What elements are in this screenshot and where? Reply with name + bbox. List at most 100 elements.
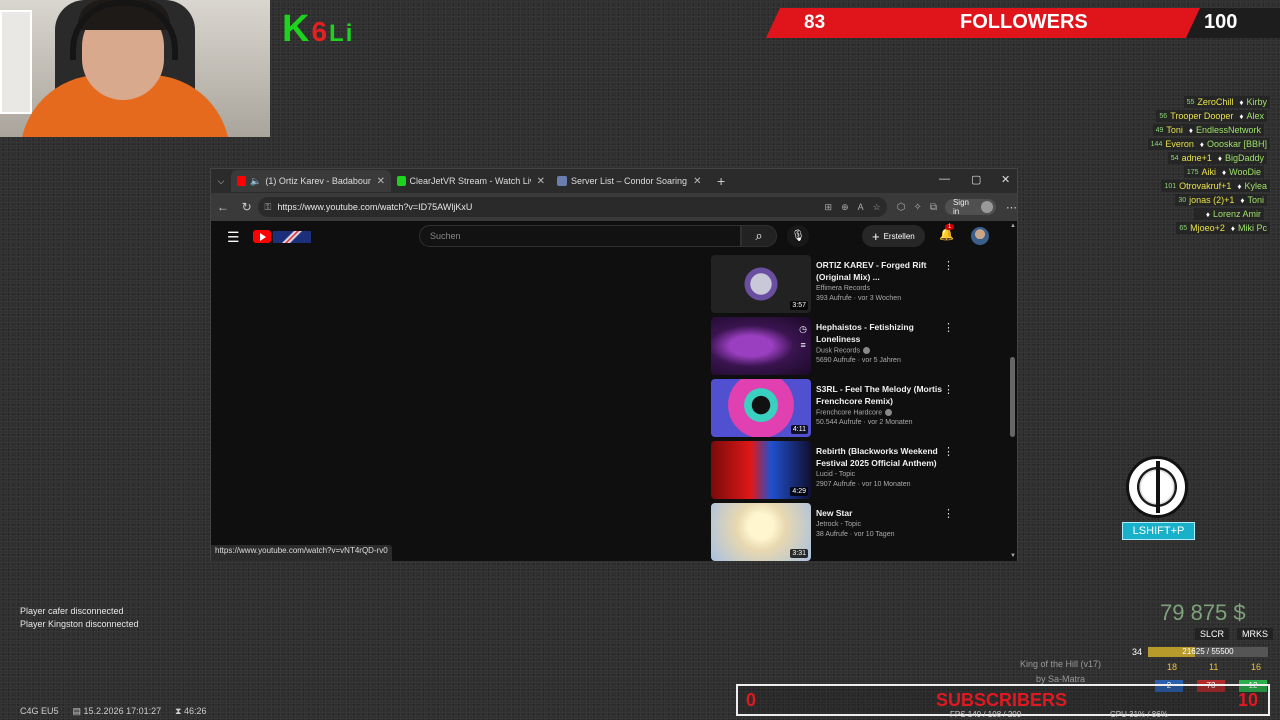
back-icon[interactable]: ← — [211, 200, 235, 214]
notifications-bell-icon[interactable]: 🔔 1 — [939, 224, 955, 241]
close-tab-icon[interactable]: ✕ — [693, 176, 701, 187]
chat-line: Player cafer disconnected — [20, 606, 124, 616]
maximize-icon[interactable]: ▢ — [971, 173, 981, 186]
more-actions-icon[interactable]: ⋮ — [943, 321, 954, 334]
player-name-right: BigDaddy — [1224, 153, 1264, 163]
collections-icon[interactable]: ⧉ — [930, 202, 937, 213]
favorite-star-icon[interactable]: ☆ — [873, 202, 881, 213]
video-title[interactable]: S3RL - Feel The Melody (Mortis Frenchcor… — [816, 383, 944, 407]
more-actions-icon[interactable]: ⋮ — [943, 445, 954, 458]
player-name-right: Lorenz Amir — [1212, 209, 1261, 219]
video-title[interactable]: ORTIZ KAREV - Forged Rift (Original Mix)… — [816, 259, 944, 283]
player-name-left: adne+1 — [1181, 153, 1212, 163]
video-title[interactable]: Rebirth (Blackworks Weekend Festival 202… — [816, 445, 944, 469]
youtube-logo[interactable] — [253, 230, 313, 244]
youtube-header: ☰ Suchen ⌕ 🎙 + Erstellen 🔔 1 — [211, 221, 1017, 253]
video-channel[interactable]: Jetrock - Topic — [816, 521, 861, 528]
close-tab-icon[interactable]: ✕ — [537, 176, 545, 187]
followers-label: FOLLOWERS — [960, 11, 1088, 33]
video-title[interactable]: Hephaistos - Fetishizing Loneliness — [816, 321, 944, 345]
video-thumbnail[interactable]: 3:57 — [711, 255, 811, 313]
extension-icon[interactable]: ⬡ — [897, 202, 906, 213]
app-install-icon[interactable]: ⊞ — [825, 202, 833, 213]
scroll-up-icon[interactable]: ▲ — [1010, 223, 1016, 229]
tab-list-icon[interactable]: ⌵ — [211, 176, 231, 187]
url-field[interactable]: ⚿ https://www.youtube.com/watch?v=ID75AW… — [258, 197, 887, 217]
video-info: ORTIZ KAREV - Forged Rift (Original Mix)… — [816, 259, 944, 302]
url-text: https://www.youtube.com/watch?v=ID75AWlj… — [277, 202, 473, 212]
timer-text: 46:26 — [183, 706, 207, 716]
player-name-left: Otrovakruf+1 — [1179, 181, 1232, 191]
player-name-right: Miki Pc — [1238, 223, 1267, 233]
sign-in-button[interactable]: Sign in — [944, 198, 996, 216]
scrollbar-thumb[interactable] — [1010, 357, 1015, 437]
player-level: 65 — [1179, 224, 1188, 232]
stat-1: 18 — [1167, 662, 1178, 672]
chat-line: Player Kingston disconnected — [20, 619, 139, 629]
logo-k: K — [282, 8, 312, 50]
player-row: 30 jonas (2)+1 ♦ Toni — [1117, 193, 1270, 207]
video-channel[interactable]: Frenchcore Hardcore — [816, 409, 882, 416]
video-channel[interactable]: Effimera Records — [816, 285, 870, 292]
more-actions-icon[interactable]: ⋮ — [943, 507, 954, 520]
account-avatar[interactable] — [971, 227, 989, 245]
favorites-icon[interactable]: ✧ — [913, 202, 921, 213]
speaker-icon[interactable]: 🔈 — [250, 176, 261, 187]
video-thumbnail[interactable]: ◷ ≡ — [711, 317, 811, 375]
create-label: Erstellen — [883, 231, 915, 241]
close-tab-icon[interactable]: ✕ — [377, 176, 385, 187]
youtube-page: ☰ Suchen ⌕ 🎙 + Erstellen 🔔 1 3:57 ORTIZ KA… — [211, 221, 1017, 561]
search-input[interactable]: Suchen — [419, 225, 741, 247]
site-info-icon[interactable]: ⚿ — [264, 202, 271, 213]
tab-condor[interactable]: Server List – Condor Soaring ✕ — [551, 170, 711, 192]
hamburger-menu-icon[interactable]: ☰ — [227, 229, 240, 246]
video-item[interactable]: 4:11 S3RL - Feel The Melody (Mortis Frenc… — [711, 379, 1001, 439]
search-button[interactable]: ⌕ — [741, 225, 777, 247]
more-actions-icon[interactable]: ⋮ — [943, 383, 954, 396]
tab-clearjet[interactable]: ClearJetVR Stream - Watch Live on ✕ — [391, 170, 551, 192]
voice-search-icon[interactable]: 🎙 — [787, 225, 809, 247]
bottom-status-bar: C4G EU5 ▤ 15.2.2026 17:01:27 ⧗ 46:26 — [20, 706, 206, 717]
video-item[interactable]: 4:29 Rebirth (Blackworks Weekend Festival… — [711, 441, 1001, 501]
logo-u: Li — [329, 20, 355, 47]
add-to-queue-icon[interactable]: ≡ — [799, 337, 807, 353]
youtube-favicon-icon — [237, 176, 247, 186]
video-thumbnail[interactable]: 3:31 — [711, 503, 811, 561]
player-level: 175 — [1186, 168, 1199, 176]
player-level: 101 — [1164, 182, 1177, 190]
cpu-readout: CPU 31% / 86% — [1110, 710, 1168, 719]
player-row: 55 ZeroChill ♦ Kirby — [1117, 95, 1270, 109]
video-channel[interactable]: Dusk Records — [816, 347, 860, 354]
lightning-icon: ♦ — [1222, 167, 1227, 177]
video-item[interactable]: 3:57 ORTIZ KAREV - Forged Rift (Original … — [711, 255, 1001, 315]
reload-icon[interactable]: ↻ — [235, 200, 259, 214]
new-tab-icon[interactable]: + — [717, 173, 725, 189]
video-channel[interactable]: Lucid - Topic — [816, 471, 855, 478]
minimize-icon[interactable]: — — [939, 173, 950, 185]
followers-goal: 100 — [1204, 11, 1238, 33]
stat-3: 16 — [1251, 662, 1262, 672]
video-item[interactable]: ◷ ≡ Hephaistos - Fetishizing Loneliness Dus… — [711, 317, 1001, 377]
player-name-right: Kirby — [1246, 97, 1267, 107]
create-button[interactable]: + Erstellen — [862, 225, 925, 247]
subscribers-label: SUBSCRIBERS — [936, 690, 1068, 710]
video-thumbnail[interactable]: 4:29 — [711, 441, 811, 499]
player-row: 54 adne+1 ♦ BigDaddy — [1117, 151, 1270, 165]
tab-youtube[interactable]: 🔈 (1) Ortiz Karev - Badaboum ( ✕ — [231, 170, 391, 192]
more-menu-icon[interactable]: ⋯ — [1006, 201, 1017, 214]
video-thumbnail[interactable]: 4:11 — [711, 379, 811, 437]
zoom-icon[interactable]: ⊕ — [841, 202, 849, 213]
player-pill: 101 Otrovakruf+1 ♦ Kylea — [1161, 180, 1270, 192]
player-level: 34 — [1132, 647, 1143, 657]
close-window-icon[interactable]: ✕ — [1001, 173, 1010, 186]
webcam-feed — [0, 0, 270, 137]
video-item[interactable]: 3:31 New Star Jetrock - Topic 38 Aufrufe · … — [711, 503, 1001, 561]
scroll-down-icon[interactable]: ▼ — [1010, 553, 1016, 559]
stat-2: 11 — [1209, 662, 1219, 672]
player-pill: 65 Mjoeo+2 ♦ Miki Pc — [1176, 222, 1270, 234]
video-title[interactable]: New Star — [816, 507, 944, 519]
more-actions-icon[interactable]: ⋮ — [943, 259, 954, 272]
watch-later-icon[interactable]: ◷ — [799, 321, 807, 337]
video-channel-row: Frenchcore Hardcore — [816, 409, 944, 416]
read-aloud-icon[interactable]: A — [858, 202, 864, 213]
